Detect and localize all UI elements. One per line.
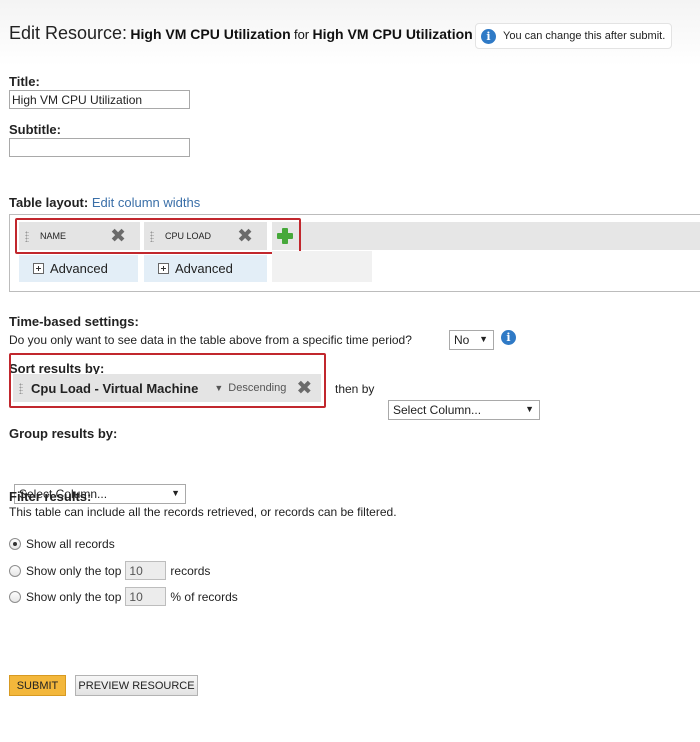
then-by-select[interactable]: Select Column... ▼ <box>388 400 540 420</box>
filter-option-all-label: Show all records <box>26 537 115 551</box>
resource-name: High VM CPU Utilization <box>130 26 291 42</box>
resource-for: High VM CPU Utilization <box>312 26 473 42</box>
table-layout-text: Table layout: <box>9 195 89 210</box>
filter-label: Filter results: <box>9 489 92 504</box>
advanced-toggle-cpu-load[interactable]: Advanced <box>144 255 267 282</box>
page-title-prefix: Edit Resource: <box>9 23 128 43</box>
top-percent-input[interactable] <box>125 587 167 606</box>
expand-icon <box>158 263 169 274</box>
edit-hint-text: You can change this after submit. <box>503 30 666 42</box>
subtitle-label: Subtitle: <box>9 122 61 137</box>
radio-show-all[interactable] <box>9 538 21 550</box>
title-label: Title: <box>9 74 40 89</box>
time-info-icon[interactable]: i <box>501 330 516 345</box>
expand-icon <box>33 263 44 274</box>
time-period-value: No <box>454 333 470 347</box>
edit-column-widths-link[interactable]: Edit column widths <box>92 195 200 210</box>
chevron-down-icon: ▼ <box>479 334 488 344</box>
preview-resource-button[interactable]: PREVIEW RESOURCE <box>75 675 198 696</box>
subtitle-input[interactable] <box>9 138 190 157</box>
chevron-down-icon: ▼ <box>525 404 534 414</box>
top-percent-suffix: % of records <box>170 589 238 604</box>
time-period-select[interactable]: No ▼ <box>449 330 494 350</box>
filter-option-all[interactable]: Show all records <box>9 537 115 551</box>
resource-connector: for <box>293 27 310 42</box>
column-highlight-box <box>15 218 301 254</box>
layout-empty-cell <box>272 251 372 282</box>
top-records-suffix: records <box>170 563 211 578</box>
page-title: Edit Resource: High VM CPU Utilization f… <box>9 23 473 44</box>
filter-option-top-records[interactable]: Show only the top records <box>9 561 210 580</box>
layout-strip <box>272 222 700 250</box>
radio-top-records[interactable] <box>9 564 21 577</box>
radio-top-percent[interactable] <box>9 590 21 603</box>
then-by-label: then by <box>335 382 375 396</box>
title-input[interactable] <box>9 90 190 109</box>
table-layout-label: Table layout: Edit column widths <box>9 195 200 210</box>
top-records-input[interactable] <box>125 561 167 580</box>
time-settings-label: Time-based settings: <box>9 314 139 329</box>
then-by-value: Select Column... <box>393 403 482 417</box>
group-label: Group results by: <box>9 426 118 441</box>
chevron-down-icon: ▼ <box>171 488 180 498</box>
submit-button[interactable]: SUBMIT <box>9 675 66 696</box>
sort-highlight-box <box>9 353 326 408</box>
edit-hint: i You can change this after submit. <box>475 23 672 49</box>
time-settings-question: Do you only want to see data in the tabl… <box>9 333 412 347</box>
advanced-label: Advanced <box>175 261 233 276</box>
info-icon: i <box>481 28 496 44</box>
advanced-toggle-name[interactable]: Advanced <box>19 255 138 282</box>
filter-option-top-label: Show only the top <box>26 563 122 578</box>
filter-description: This table can include all the records r… <box>9 505 397 519</box>
advanced-label: Advanced <box>50 261 108 276</box>
filter-option-top-percent[interactable]: Show only the top % of records <box>9 587 238 606</box>
filter-option-percent-label: Show only the top <box>26 589 122 604</box>
